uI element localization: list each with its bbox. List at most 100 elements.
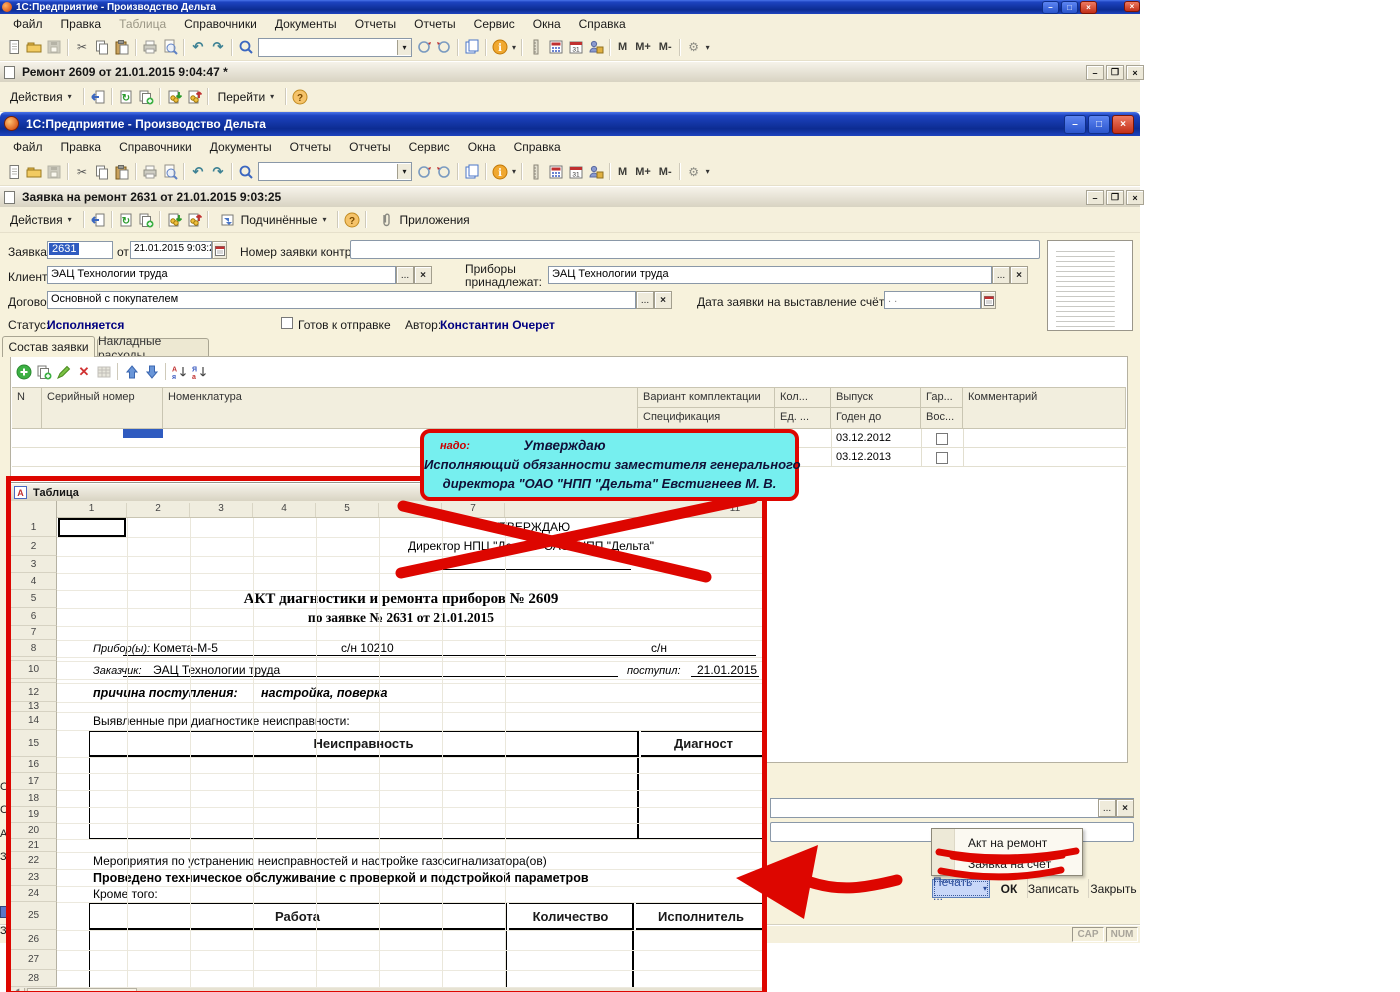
request-no-input[interactable]: 2631 [47,241,113,259]
combo-dropdown-icon[interactable]: ▾ [397,40,411,55]
save-button[interactable]: Записать [1027,879,1079,898]
open-icon[interactable] [25,163,43,180]
grid-col-serial[interactable]: Серийный номер [42,387,163,429]
actions-button[interactable]: Действия▾ [4,211,80,229]
monitor-button-0[interactable]: M [614,41,631,53]
app1-titlebar[interactable]: 1С:Предприятие - Производство Дельта – □… [0,0,1140,14]
repair-doc-titlebar[interactable]: Ремонт 2609 от 21.01.2015 9:04:47 * – ❐ … [0,61,1140,82]
minimize-button[interactable]: – [1086,65,1104,80]
client-select-button[interactable]: ... [396,266,414,284]
lower-field-select-button[interactable]: ... [1098,799,1116,817]
calculator-icon[interactable] [547,163,565,180]
maximize-button[interactable]: □ [1061,1,1078,14]
grid-col-warranty[interactable]: Гар... [921,387,963,408]
grid-col-comment[interactable]: Комментарий [963,387,1126,429]
copy-pages-icon[interactable] [463,163,481,180]
menu-item-файл[interactable]: Файл [4,15,52,33]
cut-icon[interactable]: ✂ [73,39,91,56]
user-permissions-icon[interactable] [587,39,605,56]
user-permissions-icon[interactable] [587,163,605,180]
menu-item-правка[interactable]: Правка [52,138,111,156]
subordinates-button[interactable]: Подчинённые▾ [212,208,335,231]
print-dropdown-menu[interactable]: Акт на ремонтЗаявка на счёт [931,828,1083,876]
valid-until-cell[interactable]: 03.12.2012 [836,432,891,444]
close-button[interactable]: × [1080,1,1097,14]
print-icon[interactable] [141,39,159,56]
client-clear-button[interactable]: × [414,266,432,284]
save-icon[interactable] [45,163,63,180]
restore-button[interactable]: ❐ [1106,190,1124,205]
ruler-icon[interactable] [527,39,545,56]
info-icon[interactable]: i [491,163,509,180]
grid-col-valid-until[interactable]: Годен до [831,408,921,429]
grid-col-nomenclature[interactable]: Номенклатура [163,387,638,429]
grid-col-variant[interactable]: Вариант комплектации [638,387,775,408]
copy-icon[interactable] [93,39,111,56]
copy-document-icon[interactable] [137,88,155,105]
sort-descending-icon[interactable]: Яа [191,363,209,380]
lower-field-clear-button[interactable]: × [1116,799,1134,817]
menu-item-отчеты[interactable]: Отчеты [346,15,405,33]
close-button[interactable]: × [1126,190,1144,205]
devices-owner-select-button[interactable]: ... [992,266,1010,284]
grid-col-release[interactable]: Выпуск [831,387,921,408]
refresh-document-icon[interactable]: ↻ [117,211,135,228]
menu-item-документы[interactable]: Документы [266,15,346,33]
grid-col-specification[interactable]: Спецификация [638,408,775,429]
move-up-icon[interactable] [123,363,141,380]
maximize-button[interactable]: □ [1088,115,1110,134]
invoice-date-input[interactable]: . . [884,291,981,309]
grid-col-unit[interactable]: Ед. ... [775,408,831,429]
zoom-history-back-icon[interactable] [415,163,433,180]
service-settings-icon[interactable]: ⚙ [685,163,703,180]
minimize-button[interactable]: – [1086,190,1104,205]
print-preview-icon[interactable] [161,163,179,180]
monitor-button-2[interactable]: M- [655,166,676,178]
redo-icon[interactable]: ↷ [209,39,227,56]
unpost-payment-icon[interactable] [185,211,203,228]
sort-ascending-icon[interactable]: Ая [171,363,189,380]
devices-owner-clear-button[interactable]: × [1010,266,1028,284]
print-preview-icon[interactable] [161,39,179,56]
ruler-icon[interactable] [527,163,545,180]
post-document-icon[interactable] [89,211,107,228]
zoom-history-forward-icon[interactable] [435,39,453,56]
grid-col-qty[interactable]: Кол... [775,387,831,408]
search-input[interactable]: ▾ [258,162,412,181]
grid-col-restored[interactable]: Вос... [921,408,963,429]
calendar-icon[interactable]: 31 [567,39,585,56]
help-icon[interactable]: ? [343,211,361,228]
calendar-icon[interactable]: 31 [567,163,585,180]
warranty-checkbox[interactable] [936,452,948,464]
grid-settings-icon[interactable] [95,363,113,380]
search-input[interactable]: ▾ [258,38,412,57]
close-button[interactable]: × [1124,1,1140,12]
monitor-button-1[interactable]: M+ [631,166,655,178]
post-document-icon[interactable] [89,88,107,105]
delete-row-icon[interactable]: ✕ [75,363,93,380]
paste-icon[interactable] [113,163,131,180]
post-payment-icon[interactable] [165,211,183,228]
print-button[interactable]: Печать ...▾ [932,879,990,898]
copy-icon[interactable] [93,163,111,180]
cut-icon[interactable]: ✂ [73,163,91,180]
zoom-history-back-icon[interactable] [415,39,433,56]
zoom-history-forward-icon[interactable] [435,163,453,180]
close-button[interactable]: × [1126,65,1144,80]
paste-icon[interactable] [113,39,131,56]
calendar-picker-icon[interactable] [212,241,227,259]
ready-checkbox[interactable] [281,317,293,329]
redo-icon[interactable]: ↷ [209,163,227,180]
app2-titlebar[interactable]: 1С:Предприятие - Производство Дельта – □… [0,112,1140,136]
menu-item-zayavka-na-schet[interactable]: Заявка на счёт [968,857,1051,871]
lower-field-input[interactable] [770,798,1134,818]
close-button[interactable]: × [1112,115,1134,134]
search-icon[interactable] [237,39,255,56]
undo-icon[interactable]: ↶ [189,39,207,56]
print-preview-thumbnail[interactable] [1047,240,1133,331]
copy-pages-icon[interactable] [463,39,481,56]
contract-input[interactable]: Основной с покупателем [47,291,636,309]
menu-item-таблица[interactable]: Таблица [110,15,175,33]
menu-item-сервис[interactable]: Сервис [400,138,459,156]
warranty-checkbox[interactable] [936,433,948,445]
